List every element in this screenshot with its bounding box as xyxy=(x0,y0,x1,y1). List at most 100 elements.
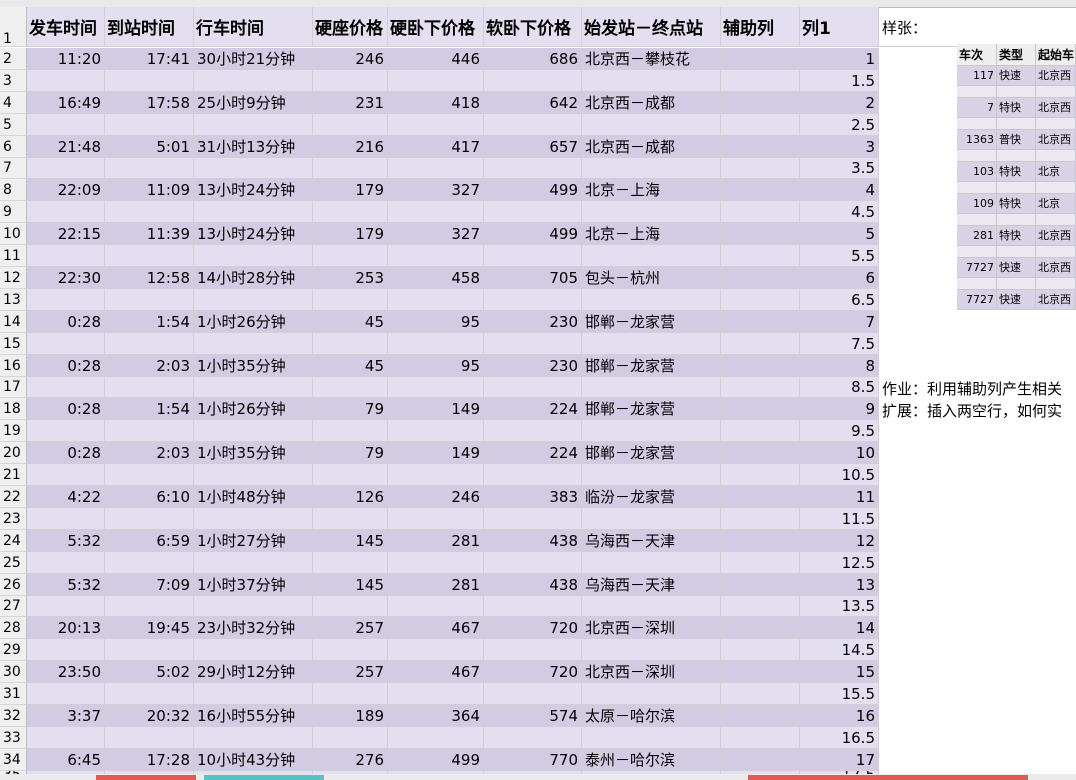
row-number[interactable]: 6 xyxy=(0,136,27,158)
column-header[interactable]: 硬卧下价格 xyxy=(388,7,484,47)
table-cell[interactable]: 21:48 xyxy=(27,136,105,158)
sheet-tab[interactable] xyxy=(96,775,196,780)
table-cell[interactable] xyxy=(105,639,194,661)
table-cell[interactable] xyxy=(27,377,105,398)
table-cell[interactable]: 3.5 xyxy=(800,158,879,179)
table-cell[interactable] xyxy=(484,114,582,136)
table-cell[interactable]: 499 xyxy=(484,179,582,201)
table-cell[interactable] xyxy=(105,420,194,442)
row-number[interactable]: 3 xyxy=(0,70,27,92)
table-cell[interactable] xyxy=(27,727,105,749)
table-cell[interactable] xyxy=(582,727,721,749)
table-cell[interactable]: 邯郸－龙家营 xyxy=(582,442,721,464)
table-cell[interactable]: 6 xyxy=(800,267,879,289)
table-cell[interactable]: 15.5 xyxy=(800,683,879,705)
table-cell[interactable] xyxy=(721,48,800,70)
table-cell[interactable]: 邯郸－龙家营 xyxy=(582,398,721,420)
table-cell[interactable] xyxy=(582,158,721,179)
table-cell[interactable]: 95 xyxy=(388,311,484,333)
table-cell[interactable]: 438 xyxy=(484,574,582,596)
row-number[interactable]: 11 xyxy=(0,245,27,267)
table-cell[interactable]: 720 xyxy=(484,661,582,683)
table-cell[interactable]: 5:02 xyxy=(105,661,194,683)
table-cell[interactable]: 4.5 xyxy=(800,201,879,223)
table-cell[interactable] xyxy=(582,70,721,92)
table-cell[interactable]: 2.5 xyxy=(800,114,879,136)
row-number[interactable]: 26 xyxy=(0,574,27,596)
table-cell[interactable] xyxy=(582,114,721,136)
table-cell[interactable]: 499 xyxy=(484,223,582,245)
table-cell[interactable] xyxy=(721,223,800,245)
row-number[interactable]: 33 xyxy=(0,727,27,749)
table-cell[interactable]: 13.5 xyxy=(800,596,879,617)
row-number[interactable]: 23 xyxy=(0,508,27,530)
table-cell[interactable] xyxy=(721,596,800,617)
table-cell[interactable] xyxy=(484,420,582,442)
table-cell[interactable] xyxy=(582,508,721,530)
table-cell[interactable] xyxy=(194,245,313,267)
table-cell[interactable]: 216 xyxy=(313,136,388,158)
table-cell[interactable] xyxy=(388,596,484,617)
table-cell[interactable] xyxy=(27,158,105,179)
table-cell[interactable]: 10.5 xyxy=(800,464,879,486)
table-cell[interactable]: 14.5 xyxy=(800,639,879,661)
table-cell[interactable]: 7.5 xyxy=(800,333,879,355)
table-cell[interactable]: 乌海西－天津 xyxy=(582,574,721,596)
table-cell[interactable]: 北京西－成都 xyxy=(582,136,721,158)
table-cell[interactable] xyxy=(721,661,800,683)
table-cell[interactable] xyxy=(27,289,105,311)
table-cell[interactable] xyxy=(484,552,582,574)
table-cell[interactable]: 13小时24分钟 xyxy=(194,223,313,245)
table-cell[interactable] xyxy=(313,420,388,442)
table-cell[interactable] xyxy=(194,420,313,442)
table-cell[interactable] xyxy=(313,596,388,617)
table-cell[interactable]: 17:28 xyxy=(105,749,194,771)
table-cell[interactable] xyxy=(484,508,582,530)
row-number[interactable]: 13 xyxy=(0,289,27,311)
table-cell[interactable]: 657 xyxy=(484,136,582,158)
table-cell[interactable] xyxy=(721,311,800,333)
table-cell[interactable]: 11 xyxy=(800,486,879,508)
table-cell[interactable]: 4 xyxy=(800,179,879,201)
table-cell[interactable]: 2:03 xyxy=(105,355,194,377)
table-cell[interactable] xyxy=(105,552,194,574)
table-cell[interactable]: 16:49 xyxy=(27,92,105,114)
table-cell[interactable] xyxy=(484,464,582,486)
row-number[interactable]: 5 xyxy=(0,114,27,136)
table-cell[interactable]: 574 xyxy=(484,705,582,727)
table-cell[interactable]: 0:28 xyxy=(27,442,105,464)
table-cell[interactable] xyxy=(582,464,721,486)
table-cell[interactable]: 1小时48分钟 xyxy=(194,486,313,508)
table-cell[interactable]: 4:22 xyxy=(27,486,105,508)
table-cell[interactable]: 467 xyxy=(388,617,484,639)
table-cell[interactable] xyxy=(105,114,194,136)
table-cell[interactable]: 179 xyxy=(313,223,388,245)
row-number[interactable]: 14 xyxy=(0,311,27,333)
table-cell[interactable] xyxy=(388,727,484,749)
table-cell[interactable] xyxy=(313,639,388,661)
table-cell[interactable]: 1小时37分钟 xyxy=(194,574,313,596)
column-header[interactable]: 列1 xyxy=(800,7,879,47)
table-cell[interactable] xyxy=(582,683,721,705)
table-cell[interactable]: 179 xyxy=(313,179,388,201)
row-number[interactable]: 25 xyxy=(0,552,27,574)
table-cell[interactable]: 45 xyxy=(313,355,388,377)
table-cell[interactable] xyxy=(194,596,313,617)
table-cell[interactable] xyxy=(194,201,313,223)
table-cell[interactable] xyxy=(313,683,388,705)
table-cell[interactable] xyxy=(484,333,582,355)
table-cell[interactable] xyxy=(313,333,388,355)
table-cell[interactable]: 0:28 xyxy=(27,311,105,333)
table-cell[interactable] xyxy=(582,201,721,223)
table-cell[interactable]: 418 xyxy=(388,92,484,114)
table-cell[interactable]: 13小时24分钟 xyxy=(194,179,313,201)
table-cell[interactable]: 30小时21分钟 xyxy=(194,48,313,70)
table-cell[interactable]: 276 xyxy=(313,749,388,771)
table-cell[interactable] xyxy=(484,639,582,661)
table-cell[interactable]: 6:45 xyxy=(27,749,105,771)
row-number[interactable]: 2 xyxy=(0,48,27,70)
table-cell[interactable]: 5:01 xyxy=(105,136,194,158)
row-number[interactable]: 32 xyxy=(0,705,27,727)
column-header[interactable]: 辅助列 xyxy=(721,7,800,47)
table-cell[interactable]: 257 xyxy=(313,617,388,639)
